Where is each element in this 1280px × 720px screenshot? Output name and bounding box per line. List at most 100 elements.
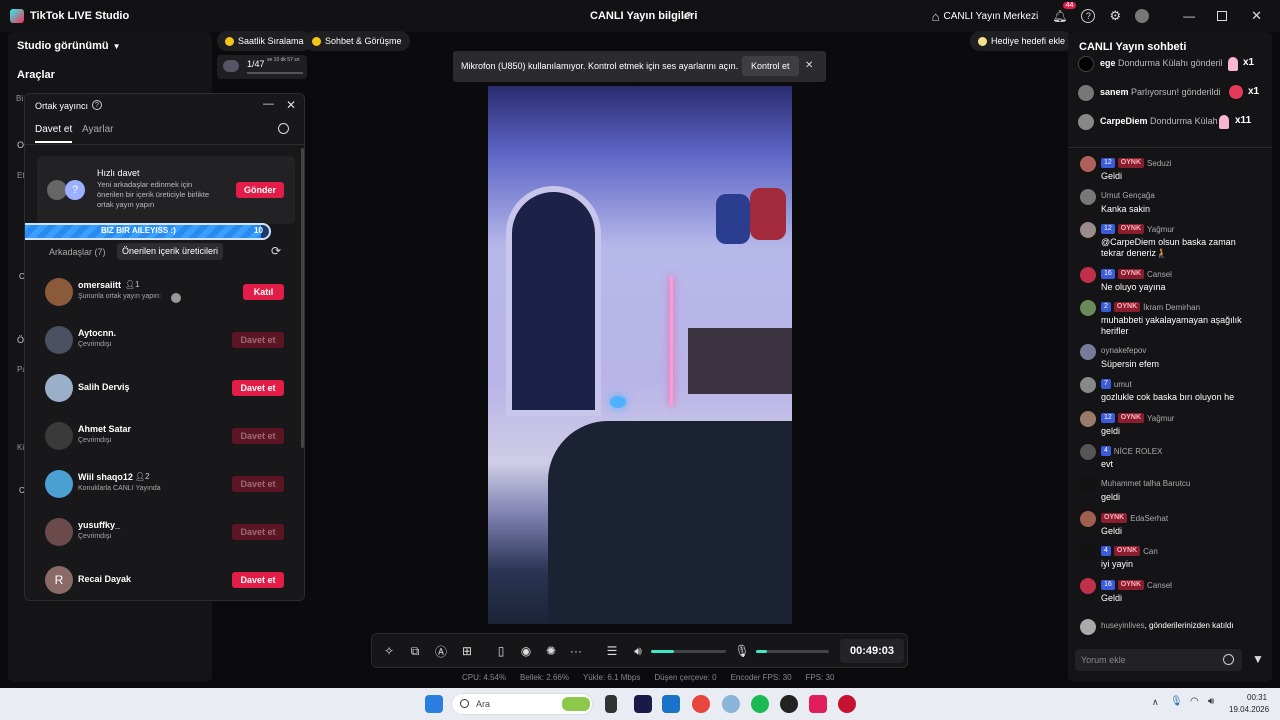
send-invite-button[interactable]: Gönder: [236, 182, 284, 198]
avatar[interactable]: [1080, 267, 1096, 283]
message-username[interactable]: Seduzi: [1147, 159, 1171, 168]
after-effects-icon[interactable]: [634, 695, 652, 713]
close-window-icon[interactable]: ✕: [1251, 8, 1262, 24]
app-icon[interactable]: [722, 695, 740, 713]
tab-recommended-creators[interactable]: Önerilen içerik üreticileri: [117, 243, 224, 260]
avatar: [1078, 85, 1094, 101]
file-explorer-icon[interactable]: [605, 695, 617, 713]
camera-effects-icon[interactable]: ✺: [544, 644, 558, 658]
home-icon[interactable]: ⌂: [932, 9, 940, 24]
gift-row: ege Dondurma Külahı gönderil x1: [1078, 55, 1268, 73]
message-username[interactable]: oynakefepov: [1101, 346, 1146, 355]
spotify-icon[interactable]: [751, 695, 769, 713]
more-icon[interactable]: ···: [569, 644, 583, 658]
avatar[interactable]: [1080, 578, 1096, 594]
tab-invite[interactable]: Davet et: [35, 124, 72, 135]
tab-friends[interactable]: Arkadaşlar (7): [49, 247, 106, 257]
check-settings-button[interactable]: Kontrol et: [742, 56, 799, 76]
translate-icon[interactable]: ⧉: [408, 644, 422, 658]
message-username[interactable]: Muhammet talha Barutcu: [1101, 479, 1190, 488]
invite-button[interactable]: Davet et: [232, 476, 284, 492]
magic-wand-icon[interactable]: ✧: [382, 644, 396, 658]
clock-time[interactable]: 00:31: [1247, 693, 1267, 702]
taskbar-search[interactable]: Ara: [451, 693, 593, 715]
search-icon[interactable]: [278, 123, 289, 134]
studio-view-dropdown[interactable]: Studio görünümü ▼: [17, 40, 121, 52]
ai-icon[interactable]: Ⓐ: [434, 644, 448, 659]
gift-multiplier: x11: [1235, 115, 1252, 126]
list-item: omersaiitt 👤︎1 Şununla ortak yayın yapın…: [45, 272, 293, 312]
clock-date[interactable]: 19.04.2026: [1229, 705, 1269, 714]
refresh-icon[interactable]: ⟳: [271, 244, 281, 258]
speaker-icon[interactable]: 🔊︎: [631, 644, 645, 658]
tiktok-icon[interactable]: [809, 695, 827, 713]
maximize-icon[interactable]: [1217, 11, 1228, 21]
info-icon[interactable]: ?: [92, 100, 102, 110]
minimize-dialog-icon[interactable]: —: [263, 98, 274, 110]
mini-progress-card[interactable]: 1/47 se 10 dk 57 sn: [217, 55, 307, 79]
scrollbar[interactable]: [301, 148, 304, 448]
share-icon[interactable]: ⇗: [682, 8, 692, 22]
avatar[interactable]: [1080, 411, 1096, 427]
avatar[interactable]: [1080, 300, 1096, 316]
close-dialog-icon[interactable]: ✕: [286, 98, 296, 112]
emoji-icon[interactable]: [1223, 654, 1234, 665]
outlook-icon[interactable]: [662, 695, 680, 713]
message-username[interactable]: İkram Demirhan: [1143, 303, 1200, 312]
avatar[interactable]: [1080, 477, 1096, 493]
chrome-icon[interactable]: [692, 695, 710, 713]
invite-button[interactable]: Davet et: [232, 428, 284, 444]
record-icon[interactable]: ◉: [519, 644, 533, 658]
message-username[interactable]: Yağmur: [1147, 225, 1174, 234]
sliders-icon[interactable]: ☰: [605, 644, 619, 658]
avatar[interactable]: [1080, 377, 1096, 393]
invite-button[interactable]: Davet et: [232, 332, 284, 348]
profile-avatar[interactable]: [1135, 9, 1150, 23]
tab-settings[interactable]: Ayarlar: [82, 124, 114, 135]
hourly-ranking-chip[interactable]: Saatlik Sıralama: [217, 31, 312, 51]
avatar[interactable]: [1080, 511, 1096, 527]
avatar[interactable]: [1080, 189, 1096, 205]
phone-icon[interactable]: ▯: [494, 644, 508, 658]
windows-start-icon[interactable]: [425, 695, 443, 713]
chat-call-chip[interactable]: Sohbet & Görüşme: [304, 31, 410, 51]
minimize-icon[interactable]: —: [1183, 9, 1195, 23]
filter-icon[interactable]: ▼: [1252, 652, 1264, 666]
fps-stat: FPS: 30: [805, 673, 835, 682]
message-username[interactable]: Can: [1143, 547, 1158, 556]
invite-button[interactable]: Davet et: [232, 572, 284, 588]
microphone-tray-icon[interactable]: 🎙︎: [1170, 696, 1183, 707]
volume-tray-icon[interactable]: 🔊︎: [1208, 696, 1214, 707]
message-username[interactable]: Cansel: [1147, 270, 1172, 279]
message-username[interactable]: Yağmur: [1147, 414, 1174, 423]
comment-input[interactable]: Yorum ekle: [1075, 649, 1242, 671]
volume-slider[interactable]: [651, 650, 726, 653]
avatar[interactable]: [1080, 222, 1096, 238]
message-username[interactable]: EdaSerhat: [1130, 514, 1168, 523]
message-username[interactable]: Umut Gençağa: [1101, 191, 1155, 200]
join-button[interactable]: Katıl: [243, 284, 284, 300]
avatar[interactable]: [1080, 444, 1096, 460]
steam-icon[interactable]: [780, 695, 798, 713]
invite-button[interactable]: Davet et: [232, 380, 284, 396]
gift-goal-chip[interactable]: Hediye hedefi ekle: [970, 31, 1074, 51]
avatar[interactable]: [1080, 544, 1096, 560]
avatar[interactable]: [1080, 344, 1096, 360]
microphone-icon[interactable]: 🎙︎: [734, 644, 749, 658]
message-username[interactable]: Cansel: [1147, 581, 1172, 590]
close-banner-icon[interactable]: ✕: [805, 60, 813, 71]
avatar[interactable]: [1080, 156, 1096, 172]
search-icon: [460, 699, 469, 708]
live-center-link[interactable]: CANLI Yayın Merkezi: [944, 11, 1039, 22]
add-media-icon[interactable]: ⊞: [460, 644, 474, 658]
message-username[interactable]: umut: [1114, 380, 1132, 389]
wifi-icon[interactable]: ◠: [1190, 696, 1199, 707]
invite-button[interactable]: Davet et: [232, 524, 284, 540]
tiktok-live-studio-icon[interactable]: [838, 695, 856, 713]
settings-icon[interactable]: ⚙: [1109, 8, 1121, 24]
message-username[interactable]: NİCE ROLEX: [1114, 447, 1162, 456]
bell-icon[interactable]: 🔔︎ 44: [1052, 2, 1077, 23]
mic-slider[interactable]: [756, 650, 829, 653]
chevron-up-icon[interactable]: ∧: [1152, 697, 1159, 708]
help-icon[interactable]: ?: [1081, 9, 1096, 23]
